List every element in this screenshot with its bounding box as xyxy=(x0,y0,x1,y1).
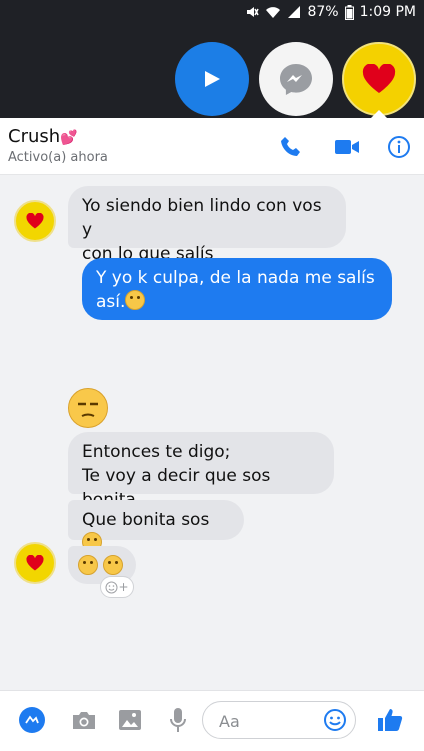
status-icons: 87% 1:09 PM xyxy=(245,4,416,20)
messenger-icon xyxy=(280,64,312,95)
like-icon xyxy=(378,709,403,731)
smiley-icon xyxy=(105,581,118,593)
message-text: Que bonita sos xyxy=(82,510,210,530)
message-input-box[interactable] xyxy=(202,701,356,739)
mic-icon xyxy=(170,708,186,732)
mute-icon xyxy=(247,7,260,17)
menu-button[interactable] xyxy=(18,706,46,734)
pleading-face-emoji-icon xyxy=(125,290,146,310)
video-call-button[interactable] xyxy=(332,132,362,162)
pleading-face-emoji-icon xyxy=(103,555,124,575)
message-text: Y yo k culpa, de la nada me salís xyxy=(96,268,375,288)
heart-icon xyxy=(362,64,396,93)
message-bubble-incoming[interactable]: Que bonita sos xyxy=(68,500,244,552)
like-button[interactable] xyxy=(376,706,404,734)
message-thread: Yo siendo bien lindo con vos y con lo qu… xyxy=(0,174,424,694)
gallery-button[interactable] xyxy=(116,706,144,734)
chat-header: Crush💕 Activo(a) ahora xyxy=(0,118,424,175)
heart-icon xyxy=(26,213,44,229)
contact-avatar[interactable] xyxy=(14,542,56,584)
message-bubble-incoming[interactable]: Entonces te digo; Te voy a decir que sos… xyxy=(68,432,334,510)
contact-name-text: Crush xyxy=(8,126,61,147)
video-icon xyxy=(335,140,359,154)
unamused-face-features xyxy=(78,402,98,417)
battery-percentage: 87% xyxy=(307,4,339,20)
heart-icon xyxy=(26,555,44,571)
contact-name[interactable]: Crush💕 xyxy=(8,126,78,147)
voice-button[interactable] xyxy=(164,706,192,734)
message-text: Yo siendo bien lindo con vos y xyxy=(82,196,322,240)
heart-bubble[interactable] xyxy=(342,42,416,116)
message-composer xyxy=(0,690,424,751)
emoji-icon[interactable] xyxy=(323,708,347,732)
play-icon xyxy=(205,71,220,87)
chat-window: Crush💕 Activo(a) ahora Yo siendo bien li… xyxy=(0,118,424,751)
clock: 1:09 PM xyxy=(359,4,416,20)
play-bubble[interactable] xyxy=(175,42,249,116)
camera-icon xyxy=(73,712,95,729)
wifi-icon xyxy=(266,7,281,18)
phone-icon xyxy=(281,137,300,156)
message-bubble-outgoing[interactable]: Y yo k culpa, de la nada me salís así. xyxy=(82,258,392,320)
reaction-plus: + xyxy=(118,580,129,594)
info-icon xyxy=(388,136,410,158)
unamused-face-emoji-icon[interactable] xyxy=(68,388,108,428)
battery-icon xyxy=(344,4,354,20)
contact-avatar[interactable] xyxy=(14,200,56,242)
messenger-bubble[interactable] xyxy=(259,42,333,116)
image-icon xyxy=(119,710,141,730)
two-hearts-icon: 💕 xyxy=(60,130,78,146)
contact-active-status: Activo(a) ahora xyxy=(8,150,108,165)
message-input[interactable] xyxy=(217,710,321,732)
add-reaction-button[interactable]: + xyxy=(100,576,134,598)
unamused-face-emoji-icon xyxy=(78,555,98,575)
call-button[interactable] xyxy=(276,132,306,162)
signal-icon xyxy=(288,6,301,18)
menu-icon xyxy=(19,707,45,733)
camera-button[interactable] xyxy=(70,706,98,734)
message-text: Entonces te digo; xyxy=(82,442,231,462)
message-bubble-incoming[interactable]: Yo siendo bien lindo con vos y con lo qu… xyxy=(68,186,346,264)
status-bar: 87% 1:09 PM xyxy=(0,0,424,26)
message-text: así. xyxy=(96,292,126,312)
info-button[interactable] xyxy=(384,132,414,162)
